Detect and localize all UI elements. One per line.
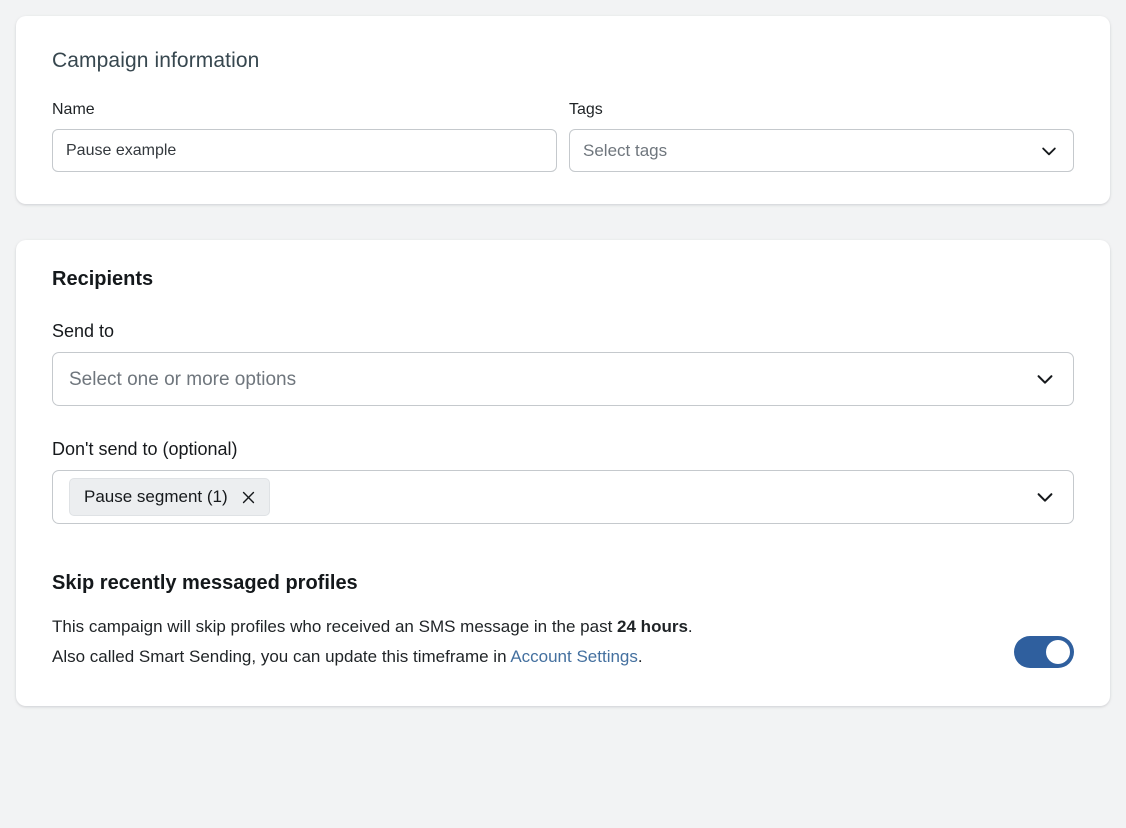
chevron-down-icon [1034, 368, 1056, 390]
close-icon[interactable] [240, 489, 257, 506]
smart-desc-line1-pre: This campaign will skip profiles who rec… [52, 617, 617, 636]
dont-send-to-group: Don't send to (optional) Pause segment (… [52, 438, 1074, 524]
dont-send-to-select[interactable]: Pause segment (1) [52, 470, 1074, 524]
send-to-group: Send to Select one or more options [52, 320, 1074, 406]
campaign-information-card: Campaign information Name Tags Select ta… [16, 16, 1110, 204]
smart-sending-section: Skip recently messaged profiles This cam… [52, 570, 1074, 672]
campaign-name-input[interactable] [52, 129, 557, 172]
smart-desc-line2-pre: Also called Smart Sending, you can updat… [52, 647, 510, 666]
send-to-select[interactable]: Select one or more options [52, 352, 1074, 406]
tags-select[interactable]: Select tags [569, 129, 1074, 172]
page-root: Campaign information Name Tags Select ta… [0, 0, 1126, 828]
smart-desc-line2-post: . [638, 647, 643, 666]
smart-sending-description: This campaign will skip profiles who rec… [52, 612, 990, 672]
recipients-heading: Recipients [52, 266, 1074, 292]
toggle-knob [1046, 640, 1070, 664]
chevron-down-icon [1039, 141, 1059, 161]
smart-desc-timeframe: 24 hours [617, 617, 688, 636]
name-field-group: Name [52, 100, 557, 172]
send-to-placeholder: Select one or more options [69, 370, 296, 389]
smart-desc-line1-post: . [688, 617, 693, 636]
send-to-label: Send to [52, 320, 1074, 342]
tags-field-group: Tags Select tags [569, 100, 1074, 172]
campaign-fields-row: Name Tags Select tags [52, 100, 1074, 172]
smart-sending-text: Skip recently messaged profiles This cam… [52, 570, 990, 672]
tags-select-placeholder: Select tags [583, 142, 667, 159]
smart-sending-toggle[interactable] [1014, 636, 1074, 668]
page-title: Campaign information [52, 47, 1074, 74]
chip-pause-segment[interactable]: Pause segment (1) [69, 478, 270, 516]
tags-label: Tags [569, 100, 1074, 120]
chevron-down-icon [1034, 486, 1056, 508]
account-settings-link[interactable]: Account Settings [510, 647, 638, 666]
dont-send-to-label: Don't send to (optional) [52, 438, 1074, 460]
smart-sending-heading: Skip recently messaged profiles [52, 570, 990, 596]
chip-label: Pause segment (1) [84, 487, 228, 507]
name-label: Name [52, 100, 557, 120]
recipients-card: Recipients Send to Select one or more op… [16, 240, 1110, 706]
